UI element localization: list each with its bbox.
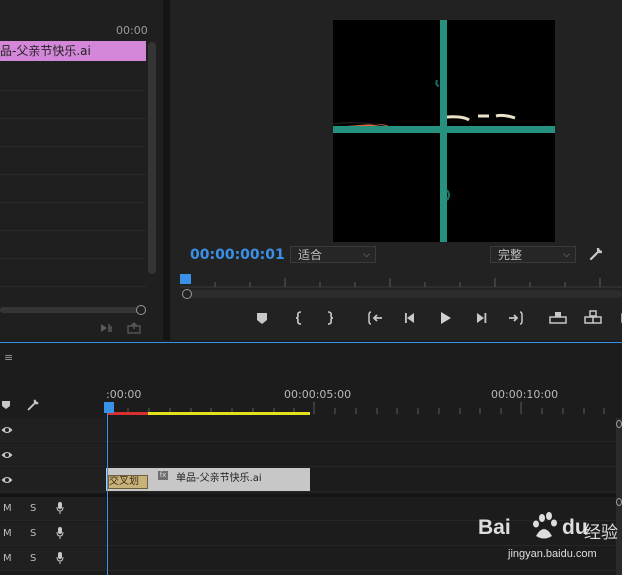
watermark-cn: 经验 (584, 523, 618, 543)
timeline-playhead-line (107, 412, 108, 575)
track-header (0, 443, 106, 466)
mute-button[interactable]: M (3, 503, 12, 514)
fit-dropdown-value: 适合 (298, 248, 323, 262)
insert-icon[interactable] (100, 322, 114, 334)
mute-button[interactable]: M (3, 528, 12, 539)
mark-out-icon[interactable] (320, 309, 340, 327)
track-header (0, 418, 106, 441)
wrench-icon[interactable] (26, 398, 40, 412)
eye-icon[interactable] (1, 450, 13, 460)
video-track-3[interactable] (0, 418, 617, 442)
cross-wipe-transition[interactable]: 交叉划 (108, 475, 148, 489)
row-divider (0, 286, 146, 287)
panel-divider[interactable] (163, 0, 170, 340)
source-clip-bar[interactable]: 品-父亲节快乐.ai (0, 41, 146, 61)
render-bar-red (108, 412, 148, 415)
add-marker-icon[interactable] (252, 309, 272, 327)
render-bar-yellow (148, 412, 310, 415)
microphone-icon[interactable] (56, 502, 64, 514)
row-divider (0, 90, 146, 91)
video-frame-content (333, 20, 555, 242)
row-divider (0, 146, 146, 147)
watermark-url: jingyan.baidu.com (508, 548, 597, 560)
solo-button[interactable]: S (30, 528, 36, 539)
program-zoom-scrollbar[interactable] (186, 290, 622, 298)
zoom-handle-icon[interactable] (616, 498, 622, 506)
program-time-ruler[interactable] (180, 272, 622, 288)
video-preview[interactable] (333, 20, 555, 242)
go-to-out-icon[interactable] (505, 309, 525, 327)
wrench-icon[interactable] (588, 246, 604, 262)
row-divider (0, 202, 146, 203)
clip-name: 单品-父亲节快乐.ai (176, 473, 262, 484)
microphone-icon[interactable] (56, 552, 64, 564)
more-controls-icon[interactable] (614, 309, 622, 327)
step-back-icon[interactable] (400, 309, 420, 327)
watermark-brand: Bai (478, 516, 511, 539)
lift-icon[interactable] (548, 309, 568, 327)
row-divider (0, 118, 146, 119)
video-track-2[interactable] (0, 443, 617, 467)
quality-dropdown[interactable]: 完整 ⌵ (490, 246, 576, 263)
fx-badge-icon[interactable]: fx (158, 471, 168, 480)
ruler-label: 00:00:10:00 (491, 388, 559, 401)
play-icon[interactable] (435, 309, 455, 327)
panel-menu-icon[interactable]: ≡ (4, 351, 13, 364)
source-horizontal-scrollbar[interactable] (0, 307, 146, 313)
source-timecode: 00:00 (116, 24, 148, 37)
track-header (0, 547, 106, 570)
zoom-handle-icon[interactable] (182, 289, 192, 299)
mute-button[interactable]: M (3, 553, 12, 564)
add-marker-icon[interactable] (0, 399, 12, 411)
fit-dropdown[interactable]: 适合 ⌵ (290, 246, 376, 263)
microphone-icon[interactable] (56, 527, 64, 539)
ruler-label: 00:00:05:00 (284, 388, 352, 401)
program-timecode[interactable]: 00:00:00:01 (190, 247, 285, 263)
solo-button[interactable]: S (30, 503, 36, 514)
watermark-logo: Bai du 经验 jingyan.baidu.com (478, 510, 622, 570)
extract-icon[interactable] (583, 309, 603, 327)
program-playhead[interactable] (180, 274, 191, 284)
chevron-down-icon: ⌵ (363, 250, 370, 260)
export-frame-icon[interactable] (127, 322, 141, 334)
chevron-down-icon: ⌵ (563, 250, 570, 260)
eye-icon[interactable] (1, 425, 13, 435)
solo-button[interactable]: S (30, 553, 36, 564)
track-header (0, 468, 106, 491)
ruler-label: :00:00 (106, 388, 142, 401)
source-vertical-scrollbar[interactable] (148, 42, 156, 274)
zoom-handle-icon[interactable] (136, 305, 146, 315)
row-divider (0, 230, 146, 231)
step-forward-icon[interactable] (471, 309, 491, 327)
row-divider (0, 174, 146, 175)
track-header (0, 522, 106, 545)
row-divider (0, 258, 146, 259)
go-to-in-icon[interactable] (366, 309, 386, 327)
eye-icon[interactable] (1, 475, 13, 485)
quality-dropdown-value: 完整 (498, 248, 523, 262)
track-header (0, 497, 106, 520)
mark-in-icon[interactable] (289, 309, 309, 327)
zoom-handle-icon[interactable] (616, 420, 622, 428)
timeline-playhead[interactable] (104, 402, 114, 413)
